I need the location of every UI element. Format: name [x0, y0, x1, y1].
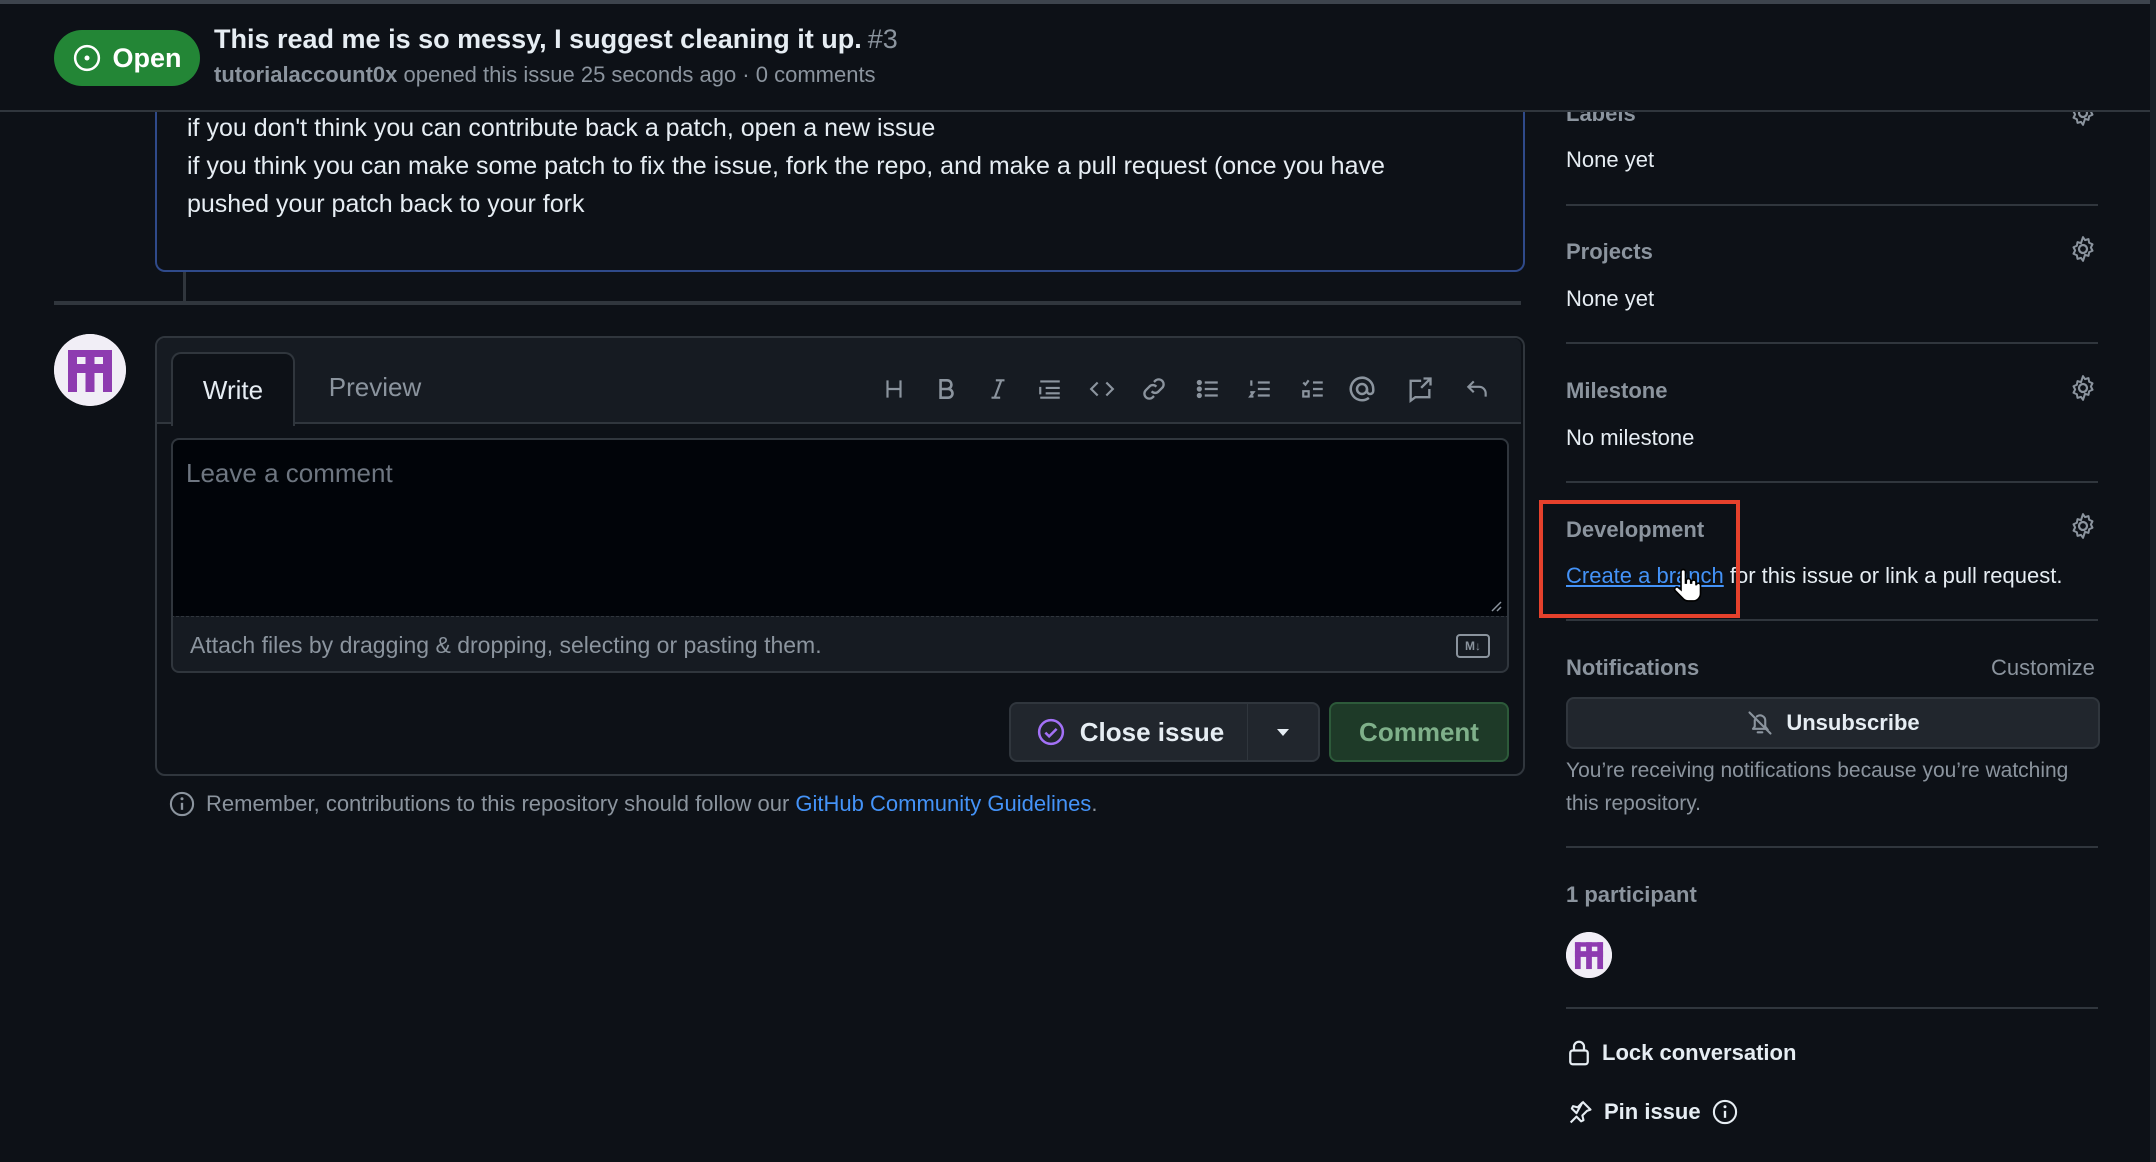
lock-icon [1569, 1040, 1589, 1066]
comment-button[interactable]: Comment [1329, 702, 1509, 762]
info-icon [169, 791, 195, 817]
gear-icon[interactable] [2068, 511, 2098, 541]
customize-link[interactable]: Customize [1991, 655, 2095, 681]
timeline-divider [54, 301, 1521, 305]
caret-down-icon [1277, 729, 1289, 736]
development-rest: for this issue or link a pull request. [1723, 563, 2063, 588]
sidebar-divider [1566, 846, 2098, 848]
comment-placeholder: Leave a comment [186, 458, 393, 488]
participants-title: 1 participant [1566, 882, 1697, 907]
sticky-issue-header: Open This read me is so messy, I suggest… [0, 4, 2150, 112]
milestone-value: No milestone [1566, 425, 1695, 450]
notification-notice: You’re receiving notifications because y… [1566, 759, 2069, 815]
mention-icon[interactable] [1341, 368, 1383, 410]
sidebar-divider [1566, 204, 2098, 206]
code-icon[interactable] [1081, 368, 1123, 410]
italic-icon[interactable] [977, 368, 1019, 410]
undo-icon[interactable] [1456, 368, 1498, 410]
projects-title[interactable]: Projects [1566, 239, 1653, 265]
status-badge: Open [54, 30, 200, 86]
lock-conversation-button[interactable]: Lock conversation [1566, 1038, 1796, 1068]
issue-meta: tutorialaccount0x opened this issue 25 s… [214, 62, 876, 88]
issue-number: #3 [867, 24, 898, 54]
community-reminder: Remember, contributions to this reposito… [168, 790, 1097, 818]
lock-label: Lock conversation [1602, 1040, 1797, 1065]
unsubscribe-button[interactable]: Unsubscribe [1566, 697, 2100, 749]
info-icon[interactable] [1711, 1098, 1739, 1126]
bell-slash-icon [1748, 711, 1772, 735]
notifications-title: Notifications [1566, 655, 1700, 680]
reminder-text: Remember, contributions to this reposito… [206, 791, 790, 816]
heading-icon[interactable] [873, 368, 915, 410]
sidebar-divider [1566, 619, 2098, 621]
quote-icon[interactable] [1029, 368, 1071, 410]
sidebar-divider [1566, 342, 2098, 344]
comment-line: if you think you can make some patch to … [187, 152, 1385, 180]
markdown-icon[interactable]: M↓ [1456, 634, 1490, 658]
numbered-list-icon[interactable] [1239, 368, 1281, 410]
sidebar-divider [1566, 481, 2098, 483]
check-circle-icon [1037, 718, 1064, 746]
issue-comment-body: if you don't think you can contribute ba… [155, 100, 1525, 272]
issue-title[interactable]: This read me is so messy, I suggest clea… [214, 24, 898, 55]
projects-value: None yet [1566, 286, 1655, 311]
milestone-title[interactable]: Milestone [1566, 378, 1667, 404]
pin-icon [1569, 1100, 1592, 1124]
cross-reference-icon[interactable] [1399, 368, 1441, 410]
comment-line: pushed your patch back to your fork [187, 190, 585, 218]
gear-icon[interactable] [2068, 234, 2098, 264]
labels-value: None yet [1566, 147, 1655, 172]
unsubscribe-label: Unsubscribe [1786, 710, 1920, 735]
hand-pointer-cursor-icon [1673, 568, 1702, 602]
sidebar-divider [1566, 1007, 2098, 1009]
reminder-suffix: . [1091, 791, 1098, 816]
timeline-connector [183, 272, 186, 302]
resize-handle-icon[interactable] [1490, 600, 1502, 612]
pin-issue-button[interactable]: Pin issue [1566, 1098, 1739, 1126]
status-label: Open [112, 42, 182, 73]
comment-line: if you don't think you can contribute ba… [187, 114, 936, 142]
link-icon[interactable] [1133, 368, 1175, 410]
bulleted-list-icon[interactable] [1187, 368, 1229, 410]
highlight-box [1539, 500, 1740, 618]
close-issue-button[interactable]: Close issue [1009, 702, 1251, 762]
tab-preview[interactable]: Preview [310, 352, 440, 422]
participant-avatar[interactable] [1566, 932, 1612, 978]
issue-title-text: This read me is so messy, I suggest clea… [214, 24, 862, 54]
close-issue-dropdown[interactable] [1247, 702, 1320, 762]
community-guidelines-link[interactable]: GitHub Community Guidelines [795, 791, 1091, 816]
pin-label: Pin issue [1604, 1099, 1701, 1124]
tab-write[interactable]: Write [171, 352, 295, 426]
issue-opened-icon [74, 44, 101, 72]
issue-meta-text: opened this issue 25 seconds ago · 0 com… [403, 62, 876, 87]
window-right-edge [2150, 0, 2156, 1162]
issue-author-link[interactable]: tutorialaccount0x [214, 62, 397, 87]
gear-icon[interactable] [2068, 373, 2098, 403]
task-list-icon[interactable] [1292, 368, 1334, 410]
attach-hint: Attach files by dragging & dropping, sel… [190, 632, 822, 658]
close-issue-label: Close issue [1079, 716, 1225, 747]
avatar[interactable] [54, 334, 126, 406]
bold-icon[interactable] [925, 368, 967, 410]
